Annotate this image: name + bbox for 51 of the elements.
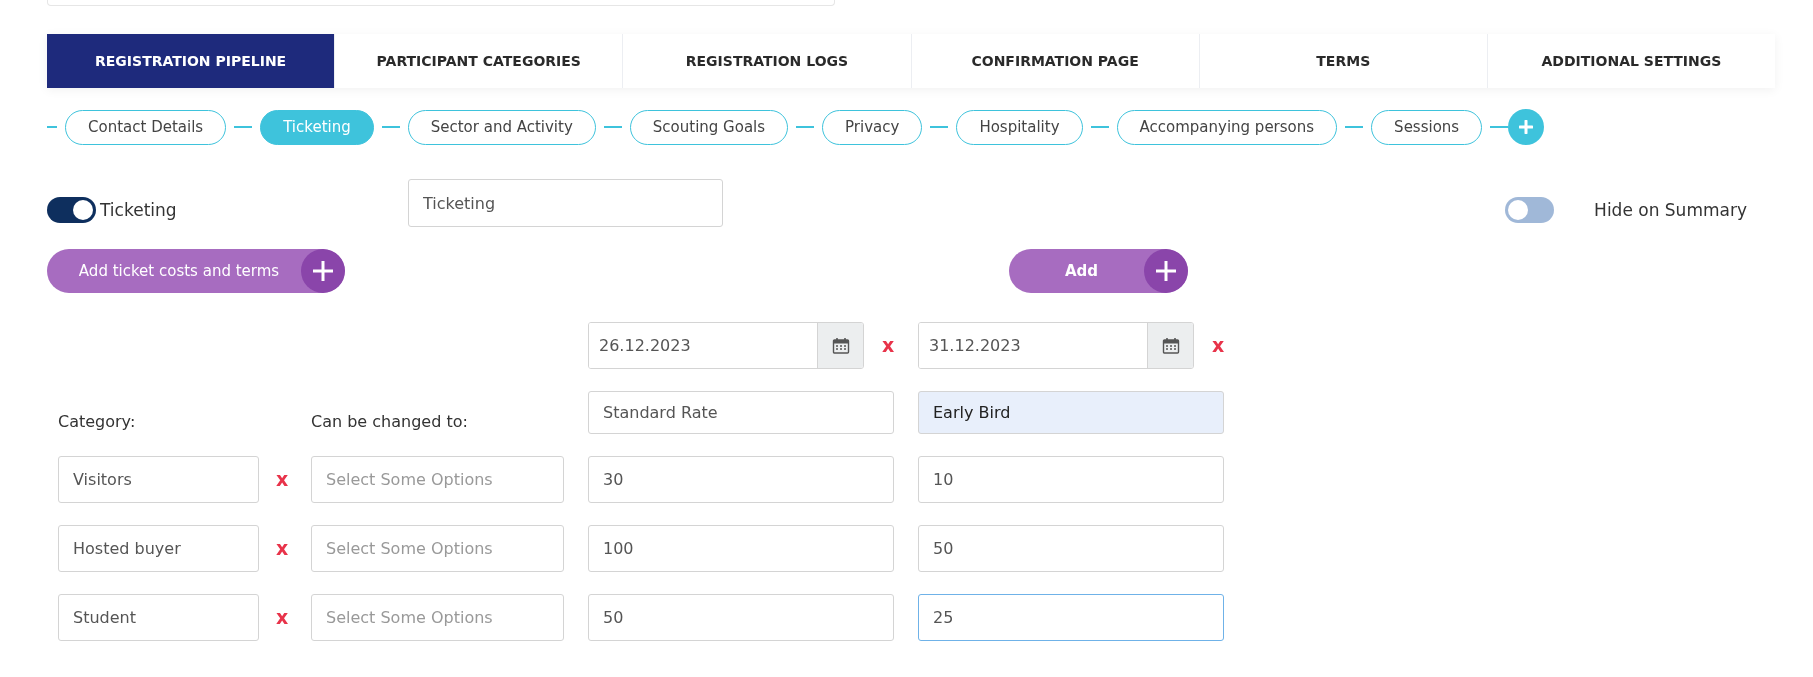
tab[interactable]: REGISTRATION LOGS [623,34,912,88]
price-field[interactable]: 100 [588,525,894,572]
price-field[interactable]: 50 [588,594,894,641]
step-button[interactable]: Sector and Activity [407,109,596,145]
tab[interactable]: CONFIRMATION PAGE [911,34,1200,88]
tab[interactable]: TERMS [1199,34,1488,88]
tab[interactable]: PARTICIPANT CATEGORIES [335,34,624,88]
multi-select-field[interactable]: Select Some Options [311,456,564,503]
toggle-switch[interactable] [47,197,96,223]
price-field[interactable]: 10 [918,456,1224,503]
step-button[interactable]: Contact Details [65,109,227,145]
category-field[interactable]: Hosted buyer [58,525,259,572]
toggle-label: Hide on Summary [1594,200,1747,220]
multi-select-field[interactable]: Select Some Options [311,594,564,641]
remove-mark[interactable]: x [276,539,289,558]
step-button[interactable]: Hospitality [956,109,1083,145]
add-button[interactable]: Add [1009,249,1188,293]
step-button[interactable]: Scouting Goals [629,109,789,145]
calendar-icon [1161,337,1180,354]
category-field[interactable]: Student [58,594,259,641]
date-field[interactable]: 31.12.2023 [918,322,1194,369]
toggle-label: Ticketing [100,200,177,220]
add-costs-button[interactable]: Add ticket costs and terms [47,249,345,293]
price-field[interactable]: 30 [588,456,894,503]
category-field[interactable]: Visitors [58,456,259,503]
column-label: Can be changed to: [311,412,469,433]
calendar-button[interactable] [817,323,863,368]
date-field[interactable]: 26.12.2023 [588,322,864,369]
text-field[interactable] [47,0,835,6]
plus-icon [312,260,334,282]
plus-icon [1519,120,1534,134]
remove-mark[interactable]: x [276,470,289,489]
multi-select-field[interactable]: Select Some Options [311,525,564,572]
rate-name-field[interactable]: Standard Rate [588,391,894,434]
calendar-button[interactable] [1147,323,1193,368]
tab[interactable]: REGISTRATION PIPELINE [47,34,336,88]
remove-mark[interactable]: x [1212,336,1225,355]
step-button[interactable]: Sessions [1371,109,1483,145]
calendar-icon [831,337,850,354]
step-button[interactable]: Accompanying persons [1116,109,1338,145]
column-label: Category: [58,412,137,433]
step-button[interactable]: Privacy [822,109,923,145]
tab[interactable]: ADDITIONAL SETTINGS [1487,34,1776,88]
price-field[interactable]: 25 [918,594,1224,641]
remove-mark[interactable]: x [276,608,289,627]
title-field[interactable]: Ticketing [408,179,723,227]
rate-name-field[interactable]: Early Bird [918,391,1224,434]
toggle-switch[interactable] [1505,197,1555,223]
plus-icon [1155,260,1177,282]
price-field[interactable]: 50 [918,525,1224,572]
remove-mark[interactable]: x [882,336,895,355]
